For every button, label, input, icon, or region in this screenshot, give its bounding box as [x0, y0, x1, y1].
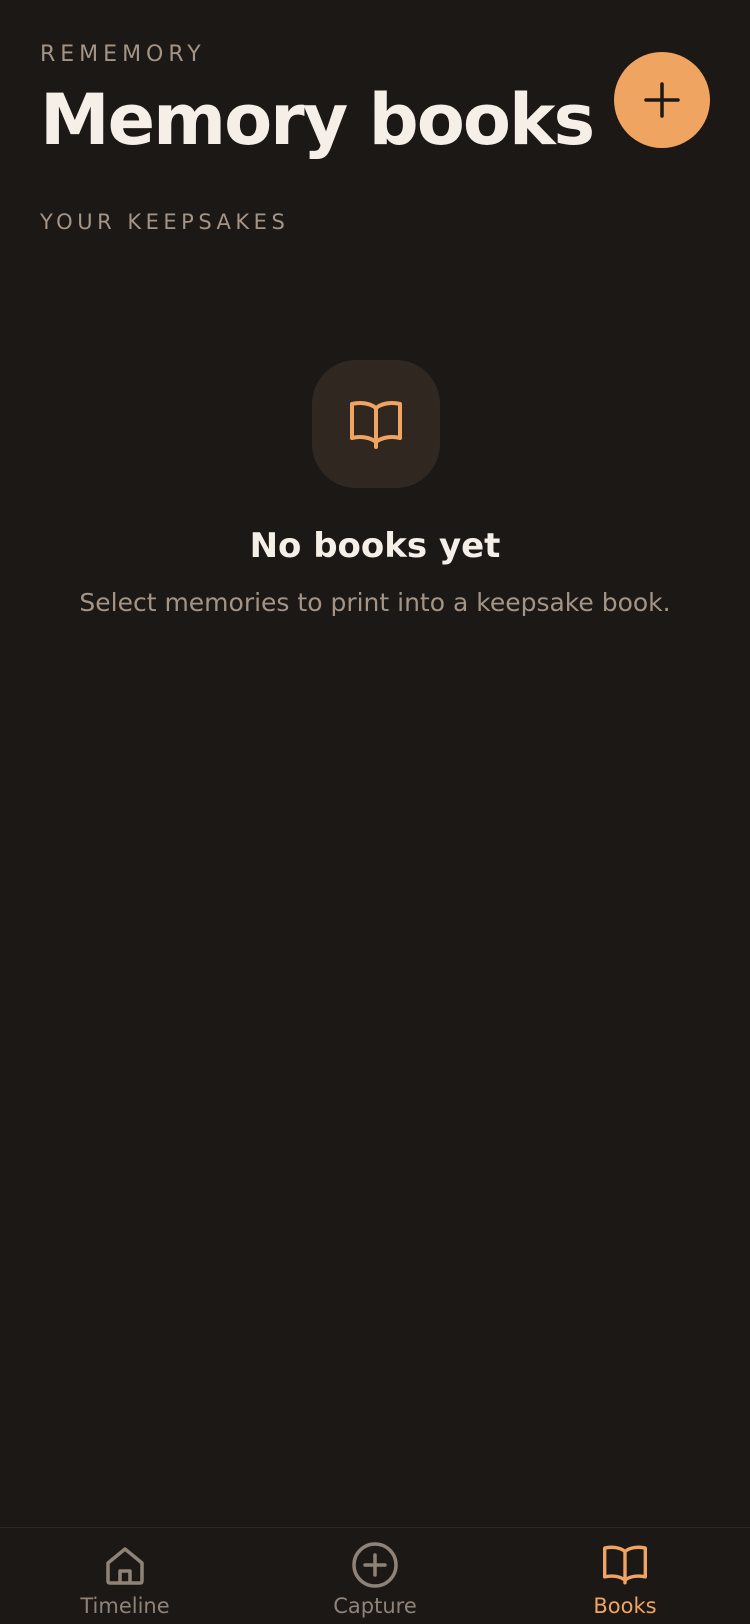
tab-timeline-label: Timeline	[80, 1594, 170, 1618]
section-label: YOUR KEEPSAKES	[40, 210, 290, 234]
app-name-label: REMEMORY	[40, 42, 206, 67]
tab-capture[interactable]: Capture	[250, 1528, 500, 1624]
add-book-button[interactable]	[614, 52, 710, 148]
books-screen: REMEMORY Memory books YOUR KEEPSAKES No …	[0, 0, 750, 1624]
tab-capture-label: Capture	[333, 1594, 417, 1618]
plus-icon	[644, 82, 680, 118]
tab-books[interactable]: Books	[500, 1528, 750, 1624]
tab-timeline[interactable]: Timeline	[0, 1528, 250, 1624]
home-icon	[106, 1547, 144, 1585]
plus-circle-icon	[352, 1542, 398, 1588]
empty-state-icon-box	[312, 360, 440, 488]
empty-state-title: No books yet	[249, 526, 501, 566]
page-title: Memory books	[40, 79, 595, 161]
empty-state-subtitle: Select memories to print into a keepsake…	[79, 588, 671, 617]
book-open-icon	[602, 1545, 647, 1585]
book-open-icon	[350, 401, 402, 449]
bottom-tab-bar: Timeline Capture Books	[0, 1527, 750, 1624]
tab-books-label: Books	[593, 1594, 657, 1618]
